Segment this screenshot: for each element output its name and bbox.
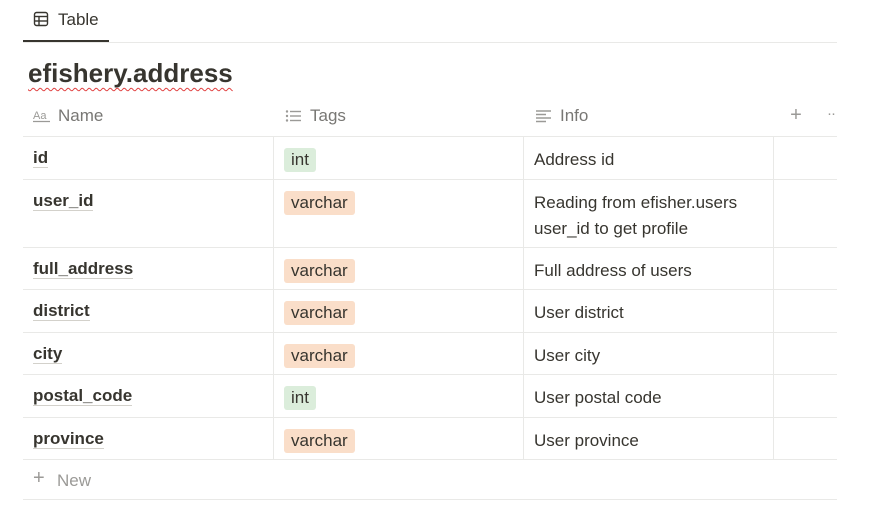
name-cell[interactable]: full_address — [33, 259, 134, 279]
column-label: Name — [58, 105, 104, 125]
info-cell[interactable]: Full address of users — [534, 258, 764, 284]
database-title[interactable]: efishery.address — [28, 58, 233, 89]
tab-label: Table — [58, 10, 99, 29]
table-row[interactable]: city varchar User city — [23, 333, 837, 375]
tag-badge[interactable]: varchar — [284, 301, 355, 325]
more-options-button[interactable]: ·· — [821, 104, 841, 126]
table-row[interactable]: province varchar User province — [23, 418, 837, 460]
info-cell[interactable]: Reading from efisher.users user_id to ge… — [534, 190, 764, 242]
info-cell[interactable]: User district — [534, 300, 764, 326]
name-cell[interactable]: province — [33, 429, 104, 449]
tab-divider — [23, 42, 837, 43]
info-cell[interactable]: User postal code — [534, 385, 764, 411]
name-cell[interactable]: city — [33, 344, 63, 364]
tag-badge[interactable]: varchar — [284, 344, 355, 368]
column-header-name[interactable]: Aa Name — [33, 95, 103, 136]
column-label: Info — [560, 105, 589, 125]
table-row[interactable]: postal_code int User postal code — [23, 375, 837, 418]
new-row-label: New — [57, 471, 92, 490]
info-cell[interactable]: Address id — [534, 147, 764, 173]
table-icon — [33, 11, 49, 27]
table-row[interactable]: id int Address id — [23, 137, 837, 180]
tag-badge[interactable]: varchar — [284, 429, 355, 453]
new-row-button[interactable]: + New — [23, 460, 837, 500]
text-aa-icon: Aa — [33, 110, 50, 122]
info-cell[interactable]: User province — [534, 428, 764, 454]
column-header-tags[interactable]: Tags — [285, 95, 346, 136]
svg-text:Aa: Aa — [33, 110, 47, 122]
list-icon — [285, 109, 301, 122]
table-row[interactable]: full_address varchar Full address of use… — [23, 248, 837, 290]
column-header-info[interactable]: Info — [535, 95, 588, 136]
text-lines-icon — [536, 109, 551, 122]
info-cell[interactable]: User city — [534, 343, 764, 369]
name-cell[interactable]: user_id — [33, 191, 94, 211]
table-row[interactable]: user_id varchar Reading from efisher.use… — [23, 180, 837, 248]
plus-icon: + — [33, 467, 45, 489]
table-header: Aa Name Tags Info + ·· — [23, 95, 837, 137]
tag-badge[interactable]: int — [284, 386, 316, 410]
name-cell[interactable]: postal_code — [33, 386, 133, 406]
tab-table-view[interactable]: Table — [23, 0, 109, 42]
tag-badge[interactable]: varchar — [284, 191, 355, 215]
add-property-button[interactable]: + — [786, 104, 806, 126]
table-row[interactable]: district varchar User district — [23, 290, 837, 333]
tag-badge[interactable]: varchar — [284, 259, 355, 283]
name-cell[interactable]: id — [33, 148, 49, 168]
column-label: Tags — [310, 105, 346, 125]
tag-badge[interactable]: int — [284, 148, 316, 172]
name-cell[interactable]: district — [33, 301, 90, 321]
